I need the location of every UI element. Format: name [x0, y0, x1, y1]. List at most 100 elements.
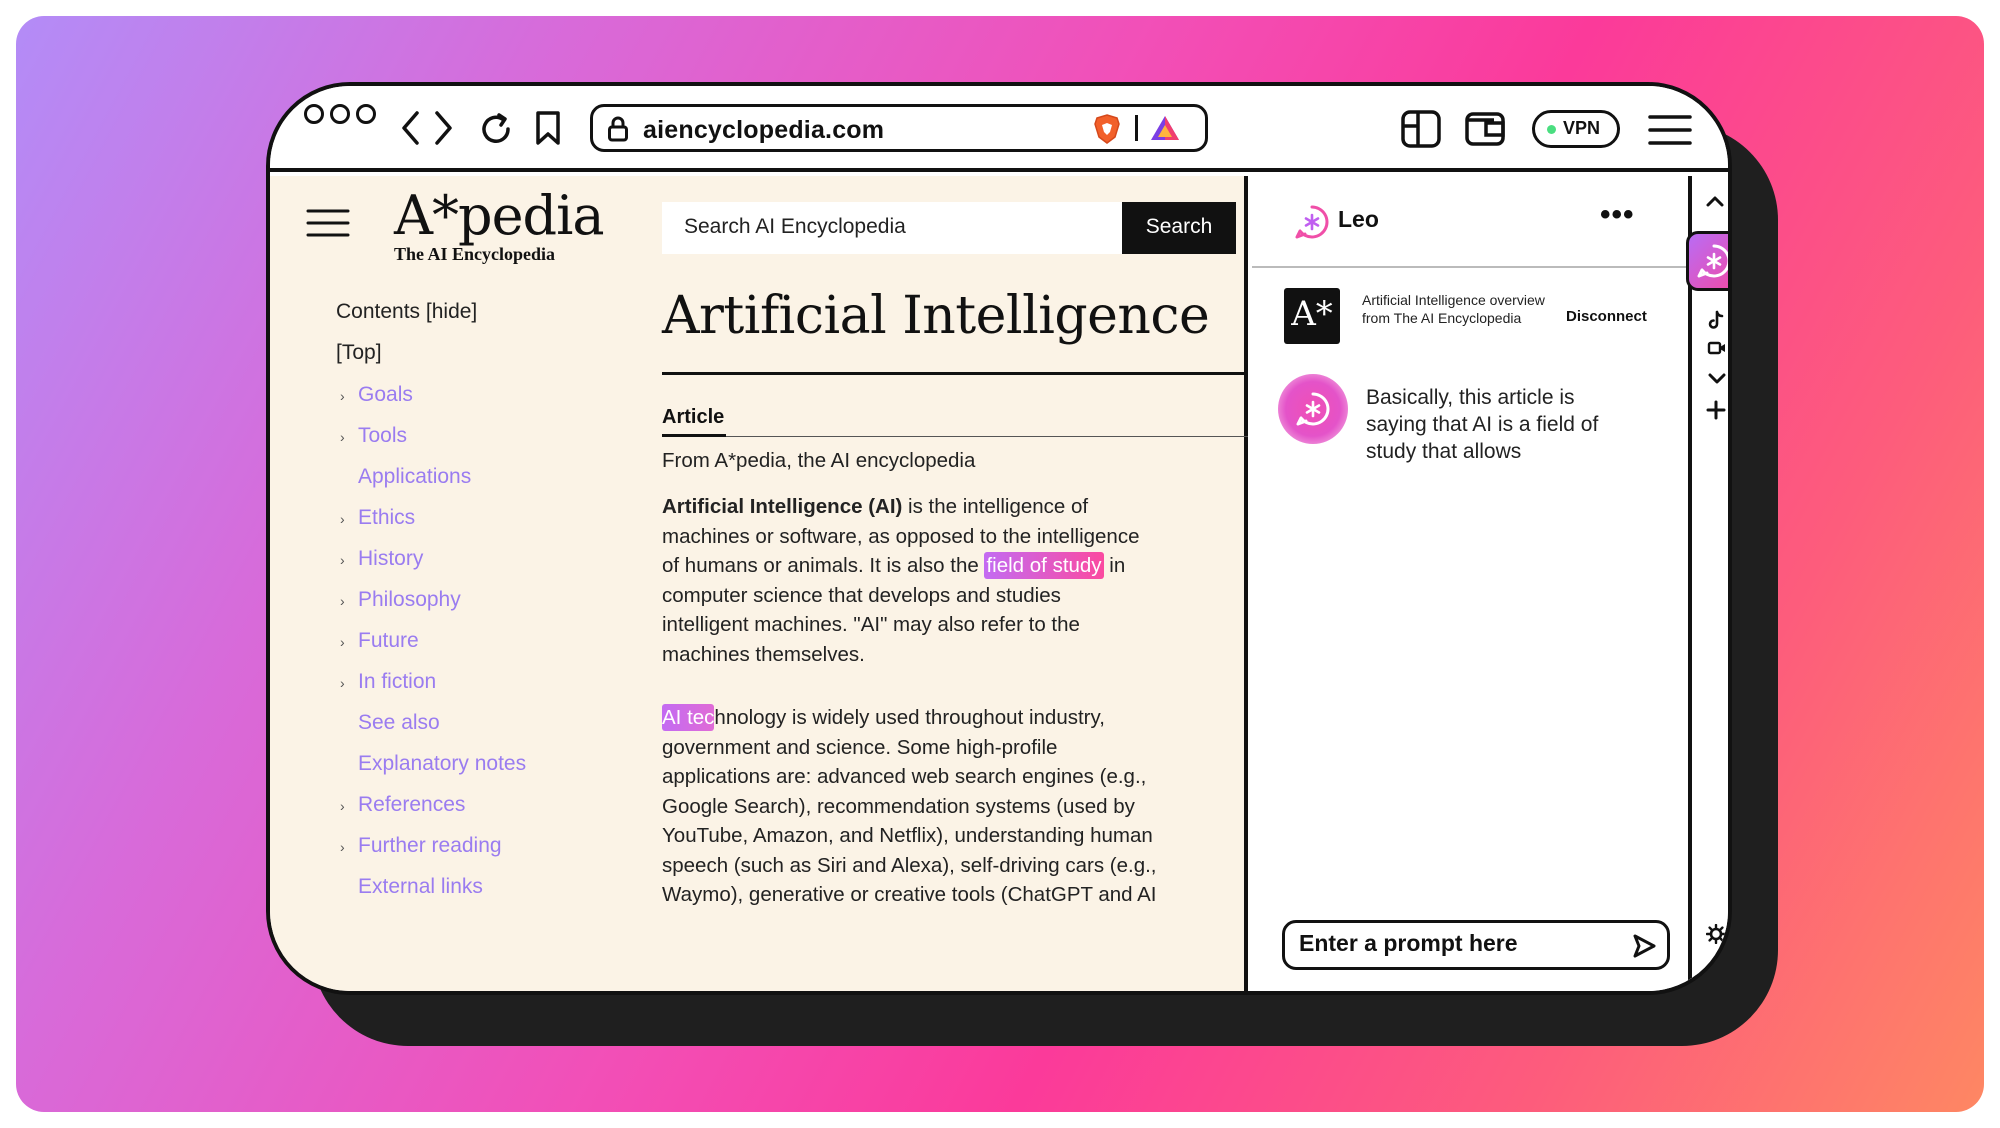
more-options-icon[interactable]: ••• [1600, 198, 1635, 232]
toc-item-label: Future [358, 629, 419, 652]
toc-item-history[interactable]: › History [340, 547, 424, 571]
article-paragraph-1: Artificial Intelligence (AI) is the inte… [662, 492, 1242, 669]
chevron-right-icon[interactable]: › [340, 634, 345, 650]
url-text: aiencyclopedia.com [643, 116, 885, 144]
article-text: YouTube, Amazon, and Netflix), understan… [662, 824, 1153, 847]
leo-logo-icon [1294, 204, 1330, 240]
tab-divider [662, 436, 1248, 437]
forward-icon[interactable] [434, 110, 454, 146]
chevron-right-icon[interactable]: › [340, 511, 345, 527]
leo-message: Basically, this article is saying that A… [1366, 386, 1599, 463]
toc-item-label: Further reading [358, 834, 502, 857]
toc-item-label: References [358, 793, 466, 816]
chevron-right-icon[interactable]: › [340, 593, 345, 609]
toc-item-label: Tools [358, 424, 408, 447]
article-text: machines themselves. [662, 642, 865, 666]
back-icon[interactable] [400, 110, 420, 146]
toc-item-external-links[interactable]: External links [358, 875, 483, 899]
article-text: government and science. Some high-profil… [662, 735, 1058, 759]
chevron-right-icon[interactable]: › [340, 388, 345, 404]
vpn-status-dot [1547, 125, 1556, 134]
chevron-up-icon[interactable] [1705, 194, 1725, 208]
toc-item-goals[interactable]: › Goals [340, 383, 413, 407]
send-icon[interactable] [1631, 933, 1657, 959]
toc-item-future[interactable]: › Future [340, 629, 419, 653]
vpn-button[interactable]: VPN [1532, 110, 1620, 148]
toc-item-label: Philosophy [358, 588, 461, 611]
wallet-icon[interactable] [1464, 108, 1506, 150]
toc-item-label: External links [358, 875, 483, 898]
title-divider [662, 372, 1248, 375]
article-term: Artificial Intelligence (AI) [662, 495, 903, 518]
toc-item-philosophy[interactable]: › Philosophy [340, 588, 461, 612]
leo-assistant-panel: Leo ••• A* Artificial Intelligence overv… [1252, 176, 1692, 991]
site-search-button[interactable]: Search [1122, 202, 1236, 254]
window-maximize-dot[interactable] [356, 104, 376, 124]
prompt-input[interactable]: Enter a prompt here [1282, 920, 1670, 970]
reload-icon[interactable] [478, 110, 516, 148]
leo-avatar [1278, 374, 1348, 444]
chevron-right-icon[interactable]: › [340, 675, 345, 691]
toc-item-label: In fiction [358, 670, 437, 693]
chevron-right-icon[interactable]: › [340, 429, 345, 445]
window-minimize-dot[interactable] [330, 104, 350, 124]
leo-sidebar-button[interactable] [1686, 231, 1728, 291]
article-text: hnology is widely used throughout indust… [714, 706, 1105, 729]
toc-item-label: History [358, 547, 424, 570]
toc-item-references[interactable]: › References [340, 793, 466, 817]
tab-article-underline [662, 434, 726, 437]
prompt-placeholder: Enter a prompt here [1299, 930, 1518, 956]
menu-icon[interactable] [1648, 114, 1692, 146]
article-text: machines or software, as opposed to the … [662, 524, 1140, 548]
bookmark-icon[interactable] [534, 110, 562, 146]
video-icon[interactable] [1707, 340, 1727, 356]
toc-item-further-reading[interactable]: › Further reading [340, 834, 502, 858]
highlighted-text[interactable]: field of study [984, 552, 1104, 579]
chevron-right-icon[interactable]: › [340, 798, 345, 814]
toc-top-link[interactable]: [Top] [336, 341, 382, 365]
window-close-dot[interactable] [304, 104, 324, 124]
leo-avatar-icon [1296, 392, 1330, 426]
brave-shields-icon[interactable] [1093, 113, 1121, 145]
chevron-right-icon[interactable]: › [340, 839, 345, 855]
address-bar[interactable]: aiencyclopedia.com [590, 104, 1208, 152]
encyclopedia-page: A*pedia The AI Encyclopedia Search AI En… [270, 176, 1248, 991]
chevron-down-icon[interactable] [1707, 372, 1727, 386]
article-from-line: From A*pedia, the AI encyclopedia [662, 449, 976, 472]
vpn-label: VPN [1563, 118, 1601, 138]
disconnect-button[interactable]: Disconnect [1566, 308, 1647, 325]
article-text: speech (such as Siri and Alexa), self-dr… [662, 853, 1157, 877]
leo-title: Leo [1338, 206, 1379, 232]
article-paragraph-2: AI technology is widely used throughout … [662, 703, 1242, 910]
browser-window: aiencyclopedia.com VPN A*pedia The AI En… [266, 82, 1732, 995]
toc-item-ethics[interactable]: › Ethics [340, 506, 415, 530]
chevron-right-icon[interactable]: › [340, 552, 345, 568]
settings-icon[interactable] [1706, 924, 1726, 944]
toc-item-see-also[interactable]: See also [358, 711, 440, 735]
tiktok-icon[interactable] [1708, 310, 1724, 330]
sidebar-toggle-icon[interactable] [1400, 108, 1442, 150]
add-icon[interactable] [1706, 400, 1726, 420]
toc-item-label: Explanatory notes [358, 752, 527, 775]
article-text: in [1103, 554, 1126, 577]
toc-item-in-fiction[interactable]: › In fiction [340, 670, 437, 694]
toc-item-applications[interactable]: Applications [358, 465, 471, 489]
site-logo-title[interactable]: A*pedia [394, 184, 605, 247]
brave-rewards-icon[interactable] [1149, 113, 1181, 143]
tab-article[interactable]: Article [662, 406, 724, 429]
toc-item-label: Applications [358, 465, 472, 488]
article-title: Artificial Intelligence [662, 286, 1210, 346]
toc-item-tools[interactable]: › Tools [340, 424, 408, 448]
site-logo-subtitle: The AI Encyclopedia [394, 244, 556, 264]
toc-contents-label[interactable]: Contents [hide] [336, 300, 477, 324]
leo-sidebar-icon [1697, 244, 1728, 278]
toc-item-label: See also [358, 711, 440, 734]
article-text: of humans or animals. It is also the [662, 554, 985, 577]
browser-sidebar [1696, 176, 1728, 991]
article-text: Google Search), recommendation systems (… [662, 794, 1135, 818]
selected-text[interactable]: AI tec [662, 704, 715, 731]
site-menu-icon[interactable] [306, 208, 350, 238]
context-description: Artificial Intelligence overview from Th… [1362, 292, 1545, 326]
site-search-input[interactable]: Search AI Encyclopedia [662, 202, 1122, 254]
toc-item-explanatory-notes[interactable]: Explanatory notes [358, 752, 526, 776]
